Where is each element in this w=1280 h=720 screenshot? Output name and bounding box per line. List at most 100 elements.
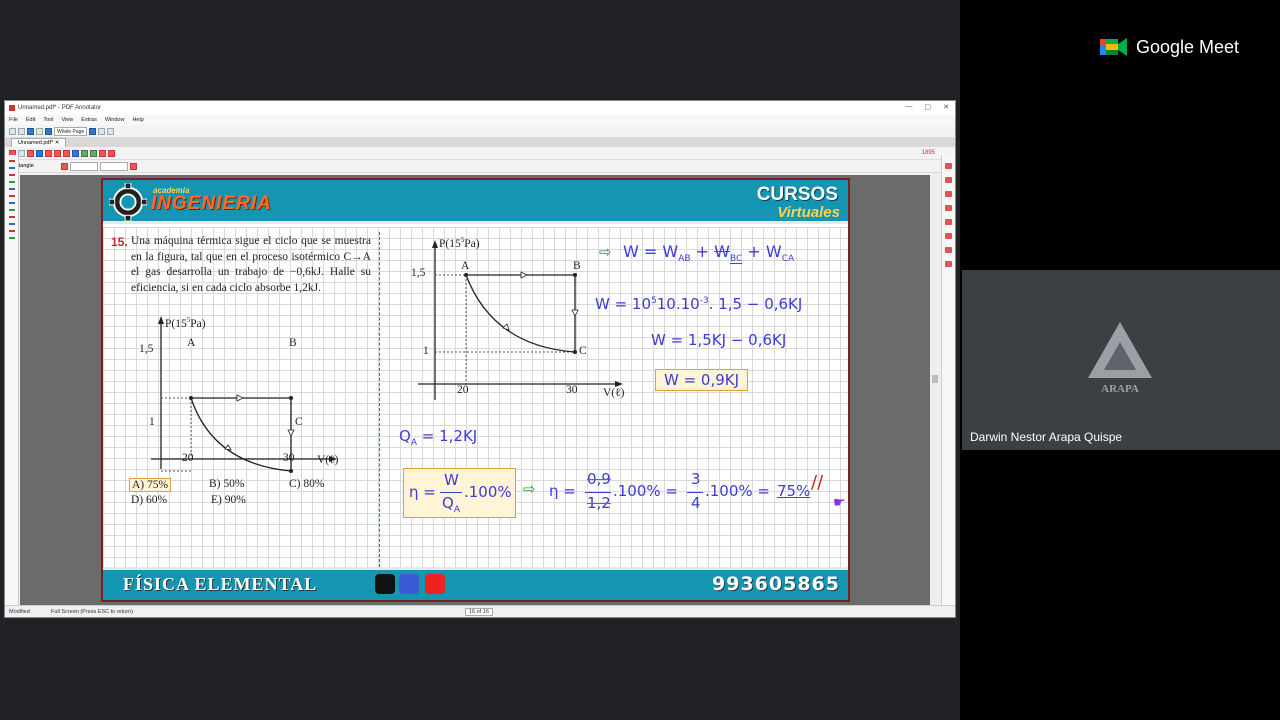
q-label: Q — [399, 427, 411, 445]
eff-num: W — [444, 471, 459, 489]
page-indicator[interactable]: 16 of 16 — [465, 607, 493, 616]
w-ab-sub: AB — [678, 254, 691, 265]
pen-green-icon[interactable] — [9, 209, 15, 211]
tool-icon[interactable] — [945, 177, 952, 183]
page-footer: FÍSICA ELEMENTAL 993605865 — [103, 567, 848, 600]
right-tool-palette — [941, 155, 955, 605]
eff-mult: .100% — [464, 483, 512, 501]
line-width-select[interactable] — [100, 161, 128, 171]
tool-icon[interactable] — [945, 205, 952, 211]
calc-eta: η = — [549, 482, 576, 500]
new-icon[interactable] — [9, 127, 16, 135]
fit-width-icon[interactable] — [107, 127, 115, 135]
participant-name: Darwin Nestor Arapa Quispe — [970, 430, 1123, 444]
hand-cursor-icon: ☛ — [833, 495, 846, 511]
highlighter-icon[interactable] — [27, 149, 34, 157]
maximize-icon[interactable]: ▢ — [925, 103, 932, 111]
vertical-scrollbar[interactable] — [930, 175, 940, 605]
green-arrow-2-icon: ⇨ — [523, 480, 536, 498]
pen-red-icon[interactable] — [9, 230, 15, 232]
select-tool-icon[interactable] — [18, 149, 25, 157]
fit-page-icon[interactable] — [98, 127, 106, 135]
save-icon[interactable] — [27, 127, 34, 135]
line-style-select[interactable] — [70, 161, 98, 171]
work-line-3: W = 1,5KJ − 0,6KJ — [651, 331, 787, 349]
tab-document[interactable]: Unnamed.pdf* ✕ — [11, 138, 67, 147]
footer-title: FÍSICA ELEMENTAL — [123, 574, 318, 594]
menu-view[interactable]: View — [61, 117, 73, 123]
minimize-icon[interactable]: — — [906, 103, 913, 111]
work-line-4: W = 0,9KJ — [655, 369, 749, 391]
document-viewport[interactable]: academia INGENIERIA CURSOS Virtuales 15.… — [20, 175, 930, 605]
menu-bar: File Edit Tool View Extras Window Help — [5, 115, 955, 125]
meet-stage: Unnamed.pdf* - PDF Annotator — ▢ ✕ File … — [0, 0, 1280, 720]
menu-extras[interactable]: Extras — [81, 117, 97, 123]
pen-blue-icon[interactable] — [9, 167, 15, 169]
footer-phone: 993605865 — [712, 573, 840, 595]
circle-tool-icon[interactable] — [63, 149, 70, 157]
menu-window[interactable]: Window — [105, 117, 125, 123]
pen-red-icon[interactable] — [9, 160, 15, 162]
pen-green-icon[interactable] — [9, 181, 15, 183]
pen-blue-icon[interactable] — [9, 188, 15, 190]
pen-blue-icon[interactable] — [9, 223, 15, 225]
menu-edit[interactable]: Edit — [26, 117, 35, 123]
pdf-page: academia INGENIERIA CURSOS Virtuales 15.… — [101, 178, 850, 602]
efficiency-calc: η = 0,9 1,2 .100% = 3 4 .100% = 75% // — [549, 470, 839, 520]
line-tool-icon[interactable] — [45, 149, 52, 157]
w-ca-sub: CA — [781, 254, 795, 265]
tool-icon[interactable] — [945, 163, 952, 169]
status-modified: Modified — [9, 608, 30, 615]
pen-red-icon[interactable] — [9, 216, 15, 218]
print-icon[interactable] — [36, 127, 43, 135]
pen-green-icon[interactable] — [9, 237, 15, 239]
zoom-out-icon[interactable] — [45, 127, 52, 135]
q-value: = 1,2KJ — [421, 427, 478, 445]
text-tool-icon[interactable] — [36, 149, 43, 157]
tool-icon[interactable] — [945, 233, 952, 239]
heart-icon[interactable] — [108, 149, 115, 157]
calc-mid: .100% = — [613, 482, 678, 500]
tool-icon[interactable] — [945, 247, 952, 253]
pen-red-icon[interactable] — [9, 174, 15, 176]
pen-blue-icon[interactable] — [9, 202, 15, 204]
participant-tile[interactable]: ARAPA Darwin Nestor Arapa Quispe — [962, 270, 1280, 450]
tool-icon[interactable] — [945, 191, 952, 197]
calc-num2: 3 — [691, 470, 701, 488]
tab-label: Unnamed.pdf* — [18, 140, 54, 146]
calc-result: 75% — [777, 482, 811, 500]
triforce-logo-icon: ARAPA — [1088, 322, 1152, 395]
zoom-in-icon[interactable] — [89, 127, 97, 135]
calc-den: 1,2 — [587, 494, 611, 512]
zoom-select[interactable]: Whole Page — [54, 126, 88, 136]
redo-icon[interactable] — [90, 149, 97, 157]
fill-color-icon[interactable] — [130, 162, 137, 170]
menu-file[interactable]: File — [9, 117, 18, 123]
pen-red-icon[interactable] — [9, 195, 15, 197]
menu-help[interactable]: Help — [132, 117, 143, 123]
calc-bar2 — [687, 492, 703, 493]
undo-icon[interactable] — [81, 149, 88, 157]
menu-tool[interactable]: Tool — [43, 117, 53, 123]
app-icon — [9, 105, 15, 111]
annotation-toolbar: 1895 — [5, 147, 955, 160]
youtube-icon — [425, 574, 445, 594]
w2-exp2: -3 — [699, 296, 709, 306]
rectangle-tool-icon[interactable] — [54, 149, 61, 157]
tool-icon[interactable] — [945, 219, 952, 225]
w-bc-struck: WBC — [714, 242, 743, 265]
scroll-thumb[interactable] — [932, 375, 938, 383]
window-title: Unnamed.pdf* - PDF Annotator — [18, 105, 102, 111]
work-line-2: W = 10510.10-3. 1,5 − 0,6KJ — [595, 295, 802, 313]
status-bar: Modified Full Screen (Press ESC to retur… — [5, 605, 955, 617]
stamp-tool-icon[interactable] — [72, 149, 79, 157]
sigma-icon[interactable] — [99, 149, 106, 157]
q-sub: A — [410, 438, 417, 448]
open-icon[interactable] — [18, 127, 25, 135]
color-select[interactable] — [61, 162, 68, 170]
close-icon[interactable]: ✕ — [943, 103, 949, 111]
w2-c: . 1,5 − 0,6KJ — [708, 295, 803, 313]
google-meet-logo: Google Meet — [1100, 34, 1250, 60]
tool-icon[interactable] — [945, 261, 952, 267]
eff-den-q: Q — [442, 494, 454, 512]
